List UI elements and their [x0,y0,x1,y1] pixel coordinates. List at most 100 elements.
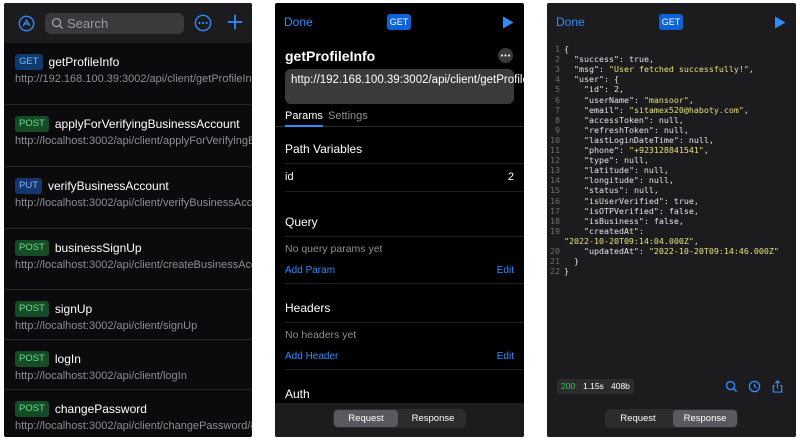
code-line: "success": true, [574,54,654,65]
line-number: 17 [550,205,560,216]
line-number: 13 [550,165,560,176]
line-number: 12 [550,155,560,166]
add-header-button[interactable]: Add Header [285,351,338,362]
request-title[interactable]: getProfileInfo [285,48,375,64]
request-url: http://localhost:3002/api/client/createB… [15,259,252,271]
line-number: 8 [555,114,560,125]
request-url: http://192.168.100.39:3002/api/client/ge… [15,73,252,85]
request-name: changePassword [54,401,147,416]
code-line: "latitude": null, [583,165,669,176]
more-icon[interactable] [498,48,513,63]
code-line: "phone": "+923128841541", [583,145,709,155]
line-number: 3 [555,64,560,75]
list-item[interactable]: PUT verifyBusinessAccount http://localhos… [4,167,252,229]
app-logo-icon[interactable] [18,15,35,32]
code-line: "user": { [574,74,619,85]
request-segment[interactable]: Request [334,410,398,427]
list-item[interactable]: POST businessSignUp http://localhost:3002… [4,229,252,290]
method-badge: POST [15,300,49,317]
send-play-icon[interactable] [502,16,514,29]
response-panel: Done GET 1 {2 "success": true, 3 "msg": "U… [547,3,796,437]
edit-headers-button[interactable]: Edit [497,351,514,362]
code-line: "accessToken": null, [583,114,684,125]
add-request-icon[interactable] [226,13,244,31]
code-line: } [564,256,579,267]
method-badge: POST [15,350,49,367]
search-icon[interactable] [725,380,738,393]
divider [285,191,524,192]
list-item[interactable]: POST changePassword http://localhost:3002… [4,390,252,437]
response-body[interactable]: 1 {2 "success": true, 3 "msg": "User fetch… [547,41,796,371]
request-segment[interactable]: Request [606,410,670,427]
list-item[interactable]: POST applyForVerifyingBusinessAccount htt… [4,105,252,167]
list-item[interactable]: POST signUp http://localhost:3002/api/cli… [4,290,252,340]
share-icon[interactable] [771,380,784,393]
code-line: "userName": "mansoor", [583,94,694,105]
line-number: 22 [550,266,560,277]
request-list: GET getProfileInfo http://192.168.100.39:… [4,43,252,437]
line-number: 16 [550,195,560,206]
code-line: "createdAt": [583,225,644,236]
line-number: 19 [550,225,560,236]
response-segment[interactable]: Response [673,410,737,427]
search-input[interactable]: Search [45,13,184,34]
more-icon[interactable] [194,14,212,32]
code-line: "id": 2, [583,84,624,95]
code-line: "longitude": null, [583,175,674,186]
request-name: verifyBusinessAccount [48,178,169,193]
edit-query-button[interactable]: Edit [497,265,514,276]
request-url: http://localhost:3002/api/client/verifyB… [15,197,252,209]
line-number: 18 [550,215,560,226]
method-selector[interactable]: GET [387,14,411,30]
line-number: 4 [555,74,560,85]
request-name: getProfileInfo [48,54,120,69]
response-segment[interactable]: Response [401,410,465,427]
code-line: } [564,266,569,277]
line-number: 1 [555,44,560,54]
line-number: 14 [550,175,560,186]
code-line: "lastLoginDateTime": null, [583,134,714,145]
tab-params[interactable]: Params [285,110,323,127]
bottom-bar: Request Response [275,403,524,437]
bottom-bar: Request Response [547,403,796,437]
code-line: "updatedAt": "2022-10-20T09:14:46.000Z" [583,246,779,256]
divider [285,369,524,370]
request-name: signUp [54,301,93,316]
line-number: 11 [550,145,560,155]
list-item[interactable]: GET getProfileInfo http://192.168.100.39:… [4,43,252,105]
list-toolbar: Search [4,3,252,43]
method-badge: POST [15,115,49,132]
request-editor-panel: Done GET getProfileInfo http://192.168.1… [275,3,524,437]
send-play-icon[interactable] [774,16,786,29]
line-number: 20 [550,246,560,256]
history-icon[interactable] [748,380,761,393]
list-item[interactable]: POST logIn http://localhost:3002/api/clie… [4,340,252,390]
done-button[interactable]: Done [556,15,585,29]
code-line: "refreshToken": null, [583,124,689,135]
add-param-button[interactable]: Add Param [285,265,335,276]
method-badge: GET [15,53,43,70]
request-nav-bar: Done GET [275,3,524,41]
code-line: { [564,44,569,54]
done-button[interactable]: Done [284,15,313,29]
response-nav-bar: Done GET [547,3,796,41]
request-name: businessSignUp [54,240,142,255]
query-empty-text: No query params yet [285,243,383,255]
method-badge: POST [15,400,49,417]
code-line: "isBusiness": false, [583,215,684,226]
query-heading: Query [285,215,318,229]
path-variable-name[interactable]: id [285,171,294,183]
tab-settings[interactable]: Settings [328,110,368,122]
code-line: "isUserVerified": true, [583,195,699,206]
request-tabs: Params Settings [275,106,524,127]
url-input[interactable]: http://192.168.100.39:3002/api/client/ge… [285,69,524,104]
line-number: 7 [555,104,560,115]
request-name: applyForVerifyingBusinessAccount [54,116,240,131]
line-number: 15 [550,185,560,196]
headers-empty-text: No headers yet [285,329,357,341]
path-variable-value[interactable]: 2 [508,171,514,183]
line-number: 6 [555,94,560,105]
method-selector[interactable]: GET [659,14,683,30]
path-variables-heading: Path Variables [285,142,363,156]
search-placeholder: Search [67,16,109,31]
